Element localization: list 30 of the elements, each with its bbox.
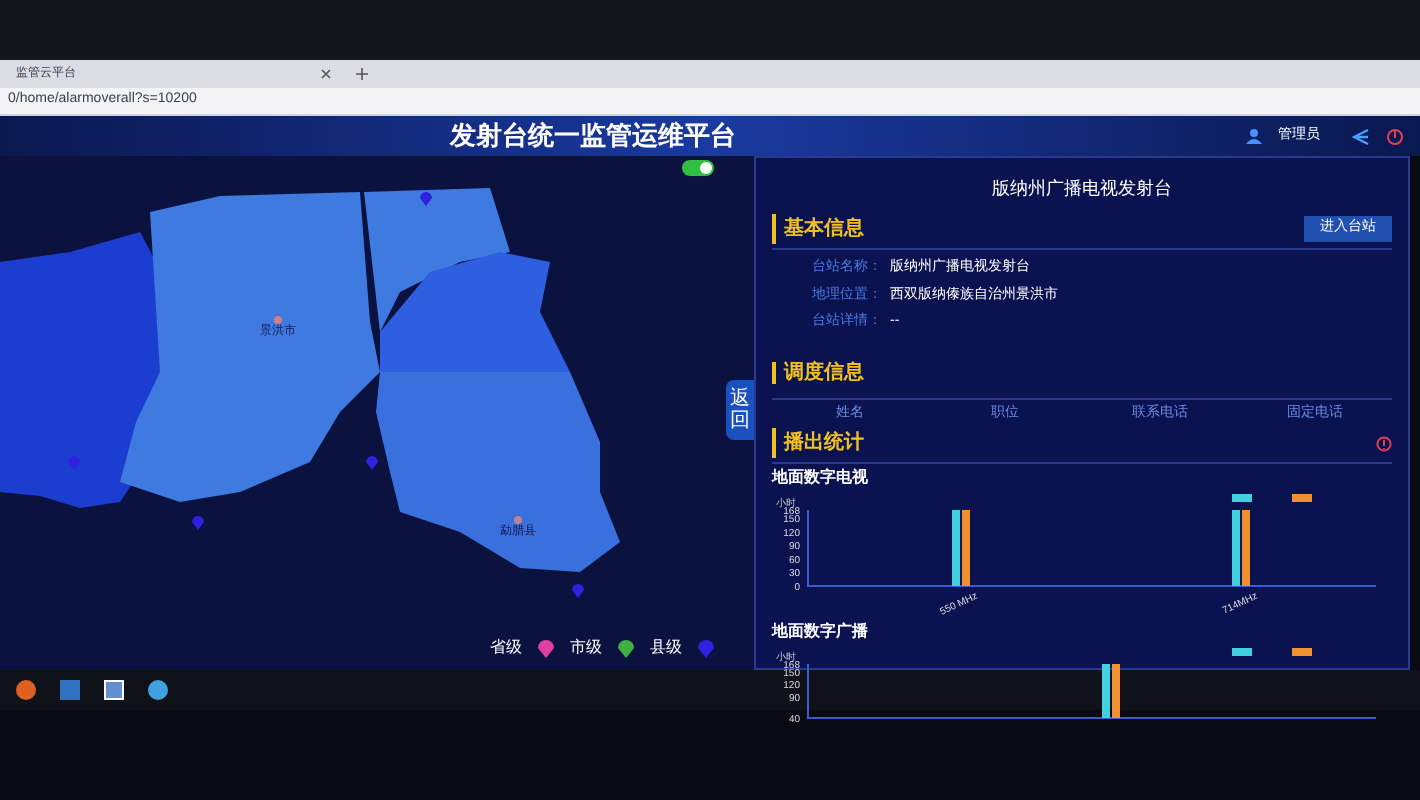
legend-swatch <box>1232 648 1252 656</box>
legend-label: 省级 <box>490 636 522 660</box>
user-icon <box>1246 128 1262 144</box>
info-icon[interactable] <box>1376 435 1392 451</box>
marker-icon[interactable] <box>192 516 204 530</box>
section-heading: 播出统计 <box>772 428 864 458</box>
app-title: 发射台统一监管运维平台 <box>450 118 736 155</box>
back-button[interactable]: 返回 <box>726 380 754 440</box>
section-heading: 调度信息 <box>772 361 864 383</box>
legend-label: 市级 <box>570 636 602 660</box>
legend-label: 县级 <box>650 636 682 660</box>
legend-swatch <box>1292 494 1312 502</box>
station-title: 版纳州广播电视发射台 <box>992 178 1172 198</box>
section-heading: 基本信息 <box>772 214 864 244</box>
marker-icon[interactable] <box>68 456 80 470</box>
power-icon[interactable] <box>1386 127 1404 145</box>
marker-icon[interactable] <box>420 192 432 206</box>
plus-icon[interactable] <box>356 68 368 80</box>
taskbar-icon[interactable] <box>148 680 168 700</box>
chart-title: 地面数字电视 <box>772 466 870 490</box>
legend-swatch <box>1232 494 1252 502</box>
marker-icon[interactable] <box>572 584 584 598</box>
chart-title: 地面数字广播 <box>772 620 870 644</box>
legend-swatch <box>1292 648 1312 656</box>
close-icon[interactable] <box>320 68 332 80</box>
taskbar-icon[interactable] <box>104 680 124 700</box>
share-icon[interactable] <box>1352 127 1370 145</box>
taskbar-icon[interactable] <box>16 680 36 700</box>
marker-icon[interactable] <box>366 456 378 470</box>
toggle-switch[interactable] <box>682 160 714 176</box>
